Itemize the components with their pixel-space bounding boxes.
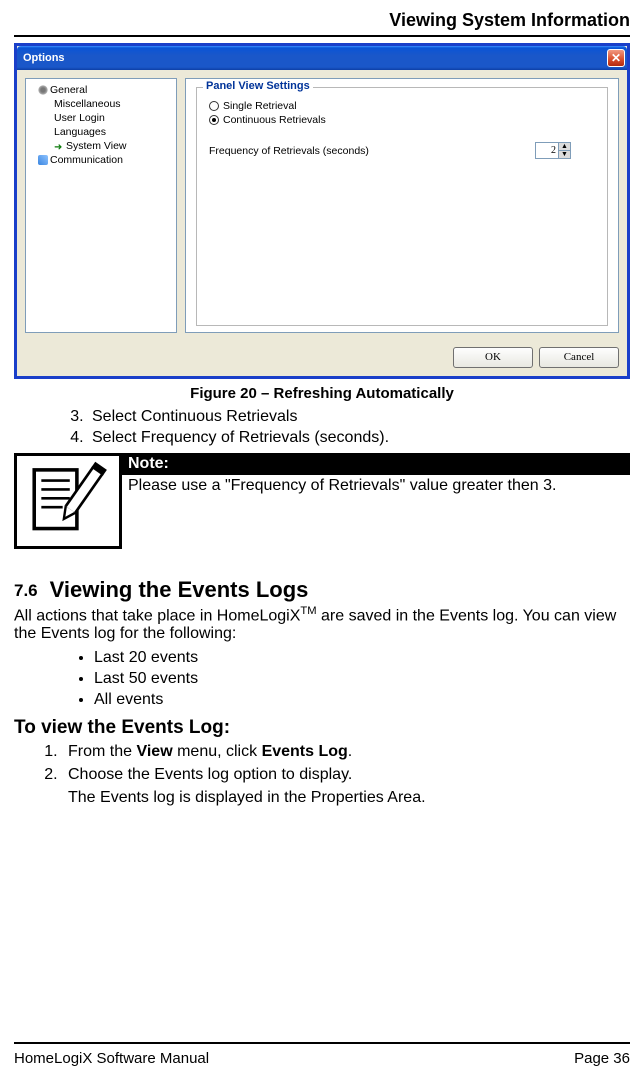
tree-item-label: General xyxy=(50,84,87,96)
step-list-2: From the View menu, click Events Log. Ch… xyxy=(14,743,630,807)
list-item: Select Frequency of Retrievals (seconds)… xyxy=(88,429,630,447)
radio-icon xyxy=(209,115,219,125)
titlebar: Options ✕ xyxy=(17,46,627,70)
section-title: Viewing the Events Logs xyxy=(50,577,309,602)
list-item: Choose the Events log option to display.… xyxy=(62,766,630,807)
arrow-right-icon xyxy=(54,141,64,151)
radio-single-retrieval[interactable]: Single Retrieval xyxy=(209,100,595,112)
radio-label: Continuous Retrievals xyxy=(223,114,326,126)
list-item: Last 50 events xyxy=(94,670,630,688)
tree-item[interactable]: General xyxy=(28,83,174,97)
fieldset-legend: Panel View Settings xyxy=(203,80,313,92)
spin-down-icon[interactable]: ▼ xyxy=(558,151,570,158)
bullet-list: Last 20 events Last 50 events All events xyxy=(14,649,630,709)
frequency-label: Frequency of Retrievals (seconds) xyxy=(209,145,369,157)
frequency-spinner[interactable]: ▲ ▼ xyxy=(535,142,571,159)
tree-item[interactable]: Languages xyxy=(28,125,174,139)
list-item: Select Continuous Retrievals xyxy=(88,408,630,426)
note-pencil-icon xyxy=(14,453,122,549)
list-item: Last 20 events xyxy=(94,649,630,667)
footer-left: HomeLogiX Software Manual xyxy=(14,1050,209,1067)
options-dialog: Options ✕ General Miscellaneous User Log… xyxy=(14,43,630,379)
tree-item[interactable]: Miscellaneous xyxy=(28,97,174,111)
page-header: Viewing System Information xyxy=(14,10,630,37)
spin-up-icon[interactable]: ▲ xyxy=(558,143,570,151)
tree-item[interactable]: Communication xyxy=(28,153,174,167)
section-intro: All actions that take place in HomeLogiX… xyxy=(14,605,630,643)
tree-item-label: Communication xyxy=(50,154,123,166)
step-followup: The Events log is displayed in the Prope… xyxy=(68,789,630,807)
list-item: From the View menu, click Events Log. xyxy=(62,743,630,761)
note-header: Note: xyxy=(122,453,630,475)
ok-button[interactable]: OK xyxy=(453,347,533,368)
tree-item-label: User Login xyxy=(54,112,105,124)
section-heading: 7.6 Viewing the Events Logs xyxy=(14,577,630,603)
cancel-button[interactable]: Cancel xyxy=(539,347,619,368)
window-title: Options xyxy=(23,52,607,64)
tree-item-label: System View xyxy=(66,140,127,152)
section-number: 7.6 xyxy=(14,581,38,600)
tree-item[interactable]: User Login xyxy=(28,111,174,125)
communication-icon xyxy=(38,155,48,165)
close-icon[interactable]: ✕ xyxy=(607,49,625,67)
radio-continuous-retrievals[interactable]: Continuous Retrievals xyxy=(209,114,595,126)
footer-right: Page 36 xyxy=(574,1050,630,1067)
gear-icon xyxy=(38,85,48,95)
figure-caption: Figure 20 – Refreshing Automatically xyxy=(14,385,630,402)
tree-item[interactable]: System View xyxy=(28,139,174,153)
tree-item-label: Miscellaneous xyxy=(54,98,121,110)
list-item: All events xyxy=(94,691,630,709)
radio-icon xyxy=(209,101,219,111)
tree-item-label: Languages xyxy=(54,126,106,138)
frequency-input[interactable] xyxy=(536,143,558,158)
settings-panel: Panel View Settings Single Retrieval Con… xyxy=(185,78,619,333)
note-box: Note: Please use a "Frequency of Retriev… xyxy=(14,453,630,549)
subheading: To view the Events Log: xyxy=(14,717,630,739)
nav-tree[interactable]: General Miscellaneous User Login Languag… xyxy=(25,78,177,333)
note-body: Please use a "Frequency of Retrievals" v… xyxy=(122,475,630,495)
page-footer: HomeLogiX Software Manual Page 36 xyxy=(14,1042,630,1067)
radio-label: Single Retrieval xyxy=(223,100,297,112)
step-list: Select Continuous Retrievals Select Freq… xyxy=(14,408,630,447)
